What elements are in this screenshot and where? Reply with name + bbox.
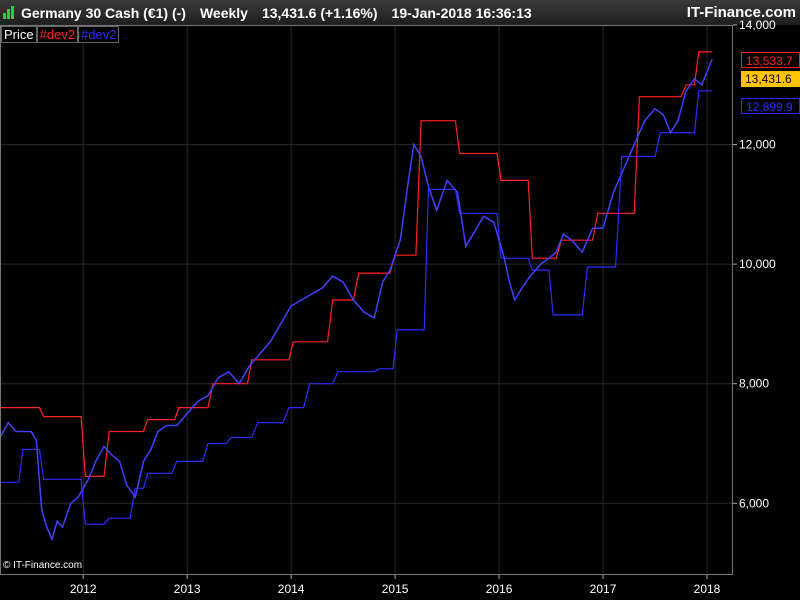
blue-line-value-tag: 12,899.9 bbox=[741, 98, 800, 114]
red-line-value-tag: 13,533.7 bbox=[741, 52, 800, 68]
copyright-notice: © IT-Finance.com bbox=[3, 560, 83, 571]
y-tick-label: 12,000 bbox=[739, 138, 776, 152]
x-tick-label: 2014 bbox=[278, 582, 305, 596]
y-tick-label: 8,000 bbox=[739, 377, 769, 391]
x-tick-label: 2017 bbox=[590, 582, 617, 596]
x-tick-label: 2012 bbox=[70, 582, 97, 596]
x-tick-label: 2018 bbox=[694, 582, 721, 596]
x-tick-label: 2015 bbox=[382, 582, 409, 596]
last-price-tag: 13,431.6 bbox=[741, 71, 800, 87]
price-chart[interactable]: 6,000 8,000 10,000 12,000 14,000 2012 2013 2014… bbox=[0, 0, 800, 600]
legend-item-dev2-blue[interactable]: #dev2 bbox=[78, 26, 120, 43]
legend-item-price[interactable]: Price bbox=[1, 26, 37, 43]
y-tick-label: 10,000 bbox=[739, 257, 776, 271]
series-line-dev2-blue bbox=[0, 90, 713, 525]
y-tick-label: 6,000 bbox=[739, 496, 769, 510]
x-tick-label: 2016 bbox=[486, 582, 513, 596]
chart-legend: Price #dev2 #dev2 bbox=[1, 26, 120, 43]
legend-item-dev2-red[interactable]: #dev2 bbox=[36, 26, 79, 43]
x-tick-label: 2013 bbox=[174, 582, 201, 596]
series-line-price bbox=[0, 58, 713, 542]
y-tick-label: 14,000 bbox=[739, 18, 776, 32]
